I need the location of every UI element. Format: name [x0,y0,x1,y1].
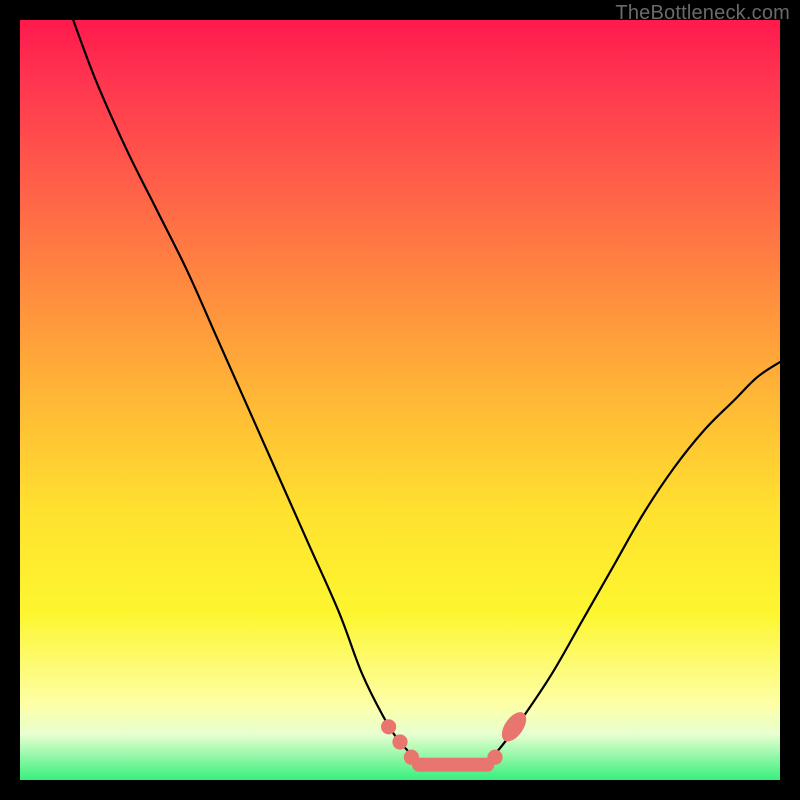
watermark-text: TheBottleneck.com [615,2,790,25]
series-right-curve [484,362,780,765]
chart-frame: TheBottleneck.com [0,0,800,800]
plot-area [20,20,780,780]
marker-left-dot-1 [381,719,396,734]
plot-svg [20,20,780,780]
series-left-curve [73,20,430,765]
marker-left-dot-3 [404,750,419,765]
marker-right-dot-1 [487,750,502,765]
marker-left-dot-2 [392,734,407,749]
